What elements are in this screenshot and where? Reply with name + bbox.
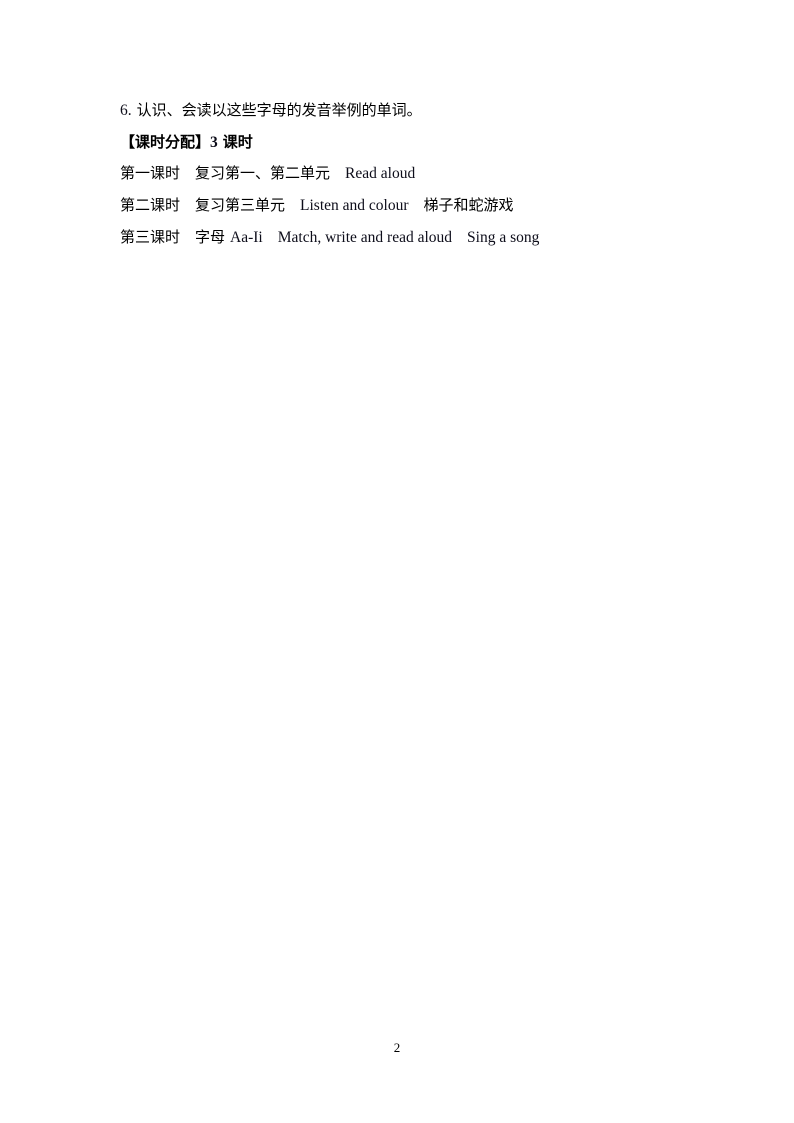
objective-item-6: 6. 认识、会读以这些字母的发音举例的单词。 — [120, 100, 422, 121]
lesson-allocation-heading: 【课时分配】3 课时 — [120, 132, 253, 153]
allocation-count: 3 — [210, 134, 218, 151]
lesson-content: 复习第三单元 — [195, 196, 286, 214]
item-text: 认识、会读以这些字母的发音举例的单词。 — [136, 101, 422, 119]
lesson-label: 第三课时 — [120, 228, 181, 246]
lesson-row: 第三课时 字母 Aa-Ii Match, write and read aloud Si… — [120, 227, 539, 248]
lesson-activity: Read aloud — [345, 165, 416, 182]
lesson-content: 复习第一、第二单元 — [195, 164, 331, 182]
document-page: 6. 认识、会读以这些字母的发音举例的单词。 【课时分配】3 课时 第一课时 复习第一… — [0, 0, 794, 1123]
lesson-label: 第一课时 — [120, 164, 181, 182]
lesson-letters: Aa-Ii — [230, 229, 263, 246]
allocation-unit: 课时 — [222, 133, 253, 151]
lesson-content: 字母 — [195, 228, 226, 246]
lesson-game: 梯子和蛇游戏 — [423, 196, 514, 214]
allocation-label: 【课时分配】 — [120, 133, 211, 151]
lesson-row: 第一课时 复习第一、第二单元 Read aloud — [120, 163, 415, 184]
item-number: 6. — [120, 102, 132, 119]
page-number: 2 — [393, 1040, 401, 1055]
lesson-label: 第二课时 — [120, 196, 181, 214]
lesson-row: 第二课时 复习第三单元 Listen and colour 梯子和蛇游戏 — [120, 195, 514, 216]
lesson-activity: Match, write and read aloud — [277, 229, 453, 246]
lesson-activity: Listen and colour — [300, 197, 409, 214]
lesson-song: Sing a song — [467, 229, 540, 246]
